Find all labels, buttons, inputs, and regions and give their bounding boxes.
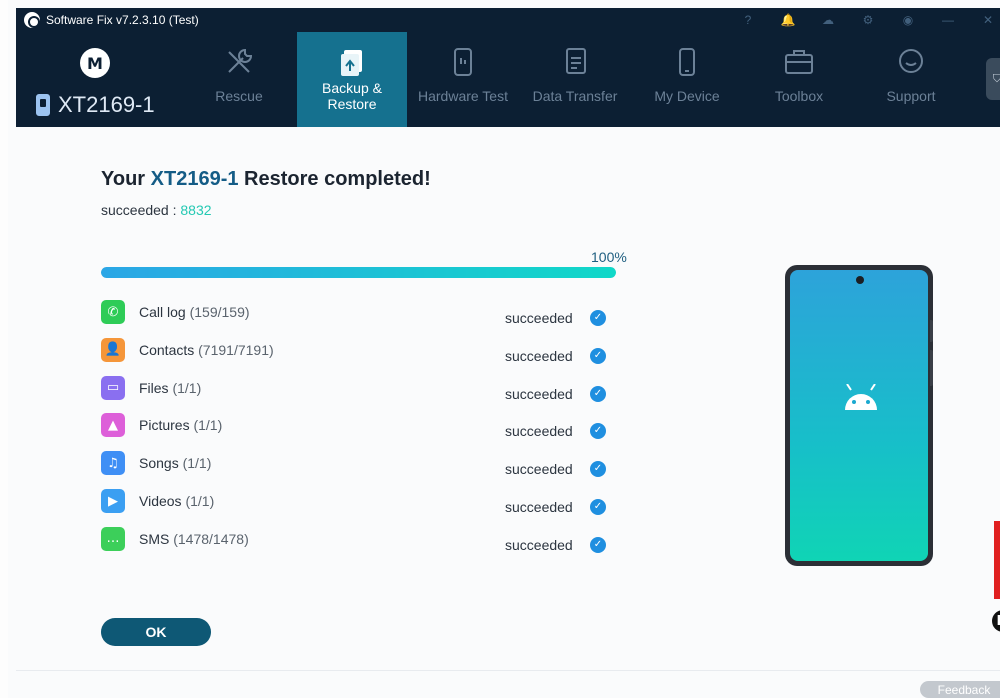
item-status: succeeded [505, 347, 573, 364]
phone-illustration [785, 265, 933, 566]
nav-toolbox[interactable]: Toolbox [743, 32, 855, 127]
restore-icon [336, 46, 368, 78]
toolbox-icon [783, 46, 815, 78]
check-icon: ✓ [590, 385, 606, 402]
nav-label: My Device [654, 88, 720, 104]
nav-my-device[interactable]: My Device [631, 32, 743, 127]
check-icon: ✓ [590, 347, 606, 364]
check-icon: ✓ [590, 461, 606, 478]
check-icon: ✓ [590, 536, 606, 553]
feedback-button[interactable]: Feedback [920, 681, 1000, 698]
nav-label: Backup & Restore [322, 80, 382, 112]
phone-volume-button [930, 320, 933, 342]
close-icon[interactable]: ✕ [968, 8, 1000, 32]
item-status: succeeded [505, 385, 573, 402]
motorola-side-logo-icon[interactable]: M [992, 610, 1000, 632]
phone-icon [671, 46, 703, 78]
phone-call-icon: ✆ [101, 300, 125, 324]
shield-icon[interactable]: ⛉ [986, 58, 1000, 100]
gear-icon[interactable]: ⚙ [848, 8, 888, 32]
list-item: ♫ Songs (1/1) succeeded ✓ [101, 451, 616, 478]
video-icon: ▶ [101, 489, 125, 513]
phone-screen [790, 270, 928, 561]
device-selector[interactable]: XT2169-1 [36, 92, 155, 118]
nav-backup-restore[interactable]: Backup & Restore [297, 32, 407, 127]
window-title: Software Fix v7.2.3.10 (Test) [46, 13, 199, 27]
folder-icon: ▭ [101, 375, 125, 400]
motorola-logo-icon: M [80, 48, 110, 78]
chat-icon [895, 46, 927, 78]
item-name: Call log (159/159) [139, 304, 250, 320]
nav-rescue[interactable]: Rescue [183, 32, 295, 127]
contacts-icon: 👤 [101, 337, 125, 362]
list-item: ✆ Call log (159/159) succeeded ✓ [101, 300, 616, 326]
succeeded-summary: succeeded : 8832 [101, 202, 212, 218]
data-transfer-icon [559, 46, 591, 78]
bell-icon[interactable]: 🔔 [768, 8, 808, 32]
item-status: succeeded [505, 310, 573, 326]
list-item: ▶ Videos (1/1) succeeded ✓ [101, 489, 616, 515]
item-name: Files (1/1) [139, 379, 202, 396]
ok-button[interactable]: OK [101, 618, 211, 646]
list-item: ▭ Files (1/1) succeeded ✓ [101, 375, 616, 402]
nav-hardware-test[interactable]: Hardware Test [407, 32, 519, 127]
hardware-test-icon [447, 46, 479, 78]
check-icon: ✓ [590, 499, 606, 515]
help-icon[interactable]: ? [728, 8, 768, 32]
device-brand: M XT2169-1 [36, 44, 176, 124]
item-name: Videos (1/1) [139, 493, 215, 509]
minimize-icon[interactable]: — [928, 8, 968, 32]
list-item: ▲ Pictures (1/1) succeeded ✓ [101, 413, 616, 440]
item-status: succeeded [505, 536, 573, 553]
message-icon: … [101, 526, 125, 551]
app-logo-icon [24, 12, 40, 28]
list-item: 👤 Contacts (7191/7191) succeeded ✓ [101, 337, 616, 364]
camera-icon [856, 276, 864, 284]
item-name: Contacts (7191/7191) [139, 341, 274, 358]
item-name: Pictures (1/1) [139, 417, 223, 434]
lenovo-side-tab[interactable] [994, 521, 1000, 599]
page-title: Your XT2169-1 Restore completed! [101, 168, 431, 190]
nav-label: Hardware Test [417, 88, 508, 104]
list-item: … SMS (1478/1478) succeeded ✓ [101, 526, 616, 553]
cloud-icon[interactable]: ☁ [808, 8, 848, 32]
item-status: succeeded [505, 423, 573, 440]
nav-label: Support [886, 88, 936, 104]
window-controls: ? 🔔 ☁ ⚙ ◉ — ✕ [728, 8, 1000, 32]
nav-label: Data Transfer [532, 88, 618, 104]
progress-bar [101, 267, 616, 278]
item-name: SMS (1478/1478) [139, 530, 249, 547]
picture-icon: ▲ [101, 413, 125, 438]
android-icon [845, 384, 877, 410]
nav-data-transfer[interactable]: Data Transfer [519, 32, 631, 127]
progress-percent: 100% [591, 249, 627, 265]
device-name: XT2169-1 [58, 92, 155, 117]
top-navigation: M XT2169-1 Rescue Backup & Restore Hardw… [16, 32, 1000, 127]
check-icon: ✓ [590, 423, 606, 440]
user-icon[interactable]: ◉ [888, 8, 928, 32]
device-model: XT2169-1 [150, 168, 239, 190]
wrench-icon [223, 46, 255, 78]
footer-divider [16, 670, 1000, 671]
progress-fill [101, 267, 616, 278]
item-name: Songs (1/1) [139, 455, 212, 472]
phone-power-button [930, 350, 933, 386]
usb-device-icon [36, 94, 50, 116]
succeeded-count: 8832 [180, 202, 212, 218]
item-status: succeeded [505, 461, 573, 478]
nav-label: Toolbox [774, 88, 824, 104]
nav-label: Rescue [215, 88, 263, 104]
music-icon: ♫ [101, 451, 125, 476]
nav-support[interactable]: Support [855, 32, 967, 127]
check-icon: ✓ [590, 310, 606, 326]
title-bar: Software Fix v7.2.3.10 (Test) ? 🔔 ☁ ⚙ ◉ … [16, 8, 1000, 32]
item-status: succeeded [505, 499, 573, 515]
